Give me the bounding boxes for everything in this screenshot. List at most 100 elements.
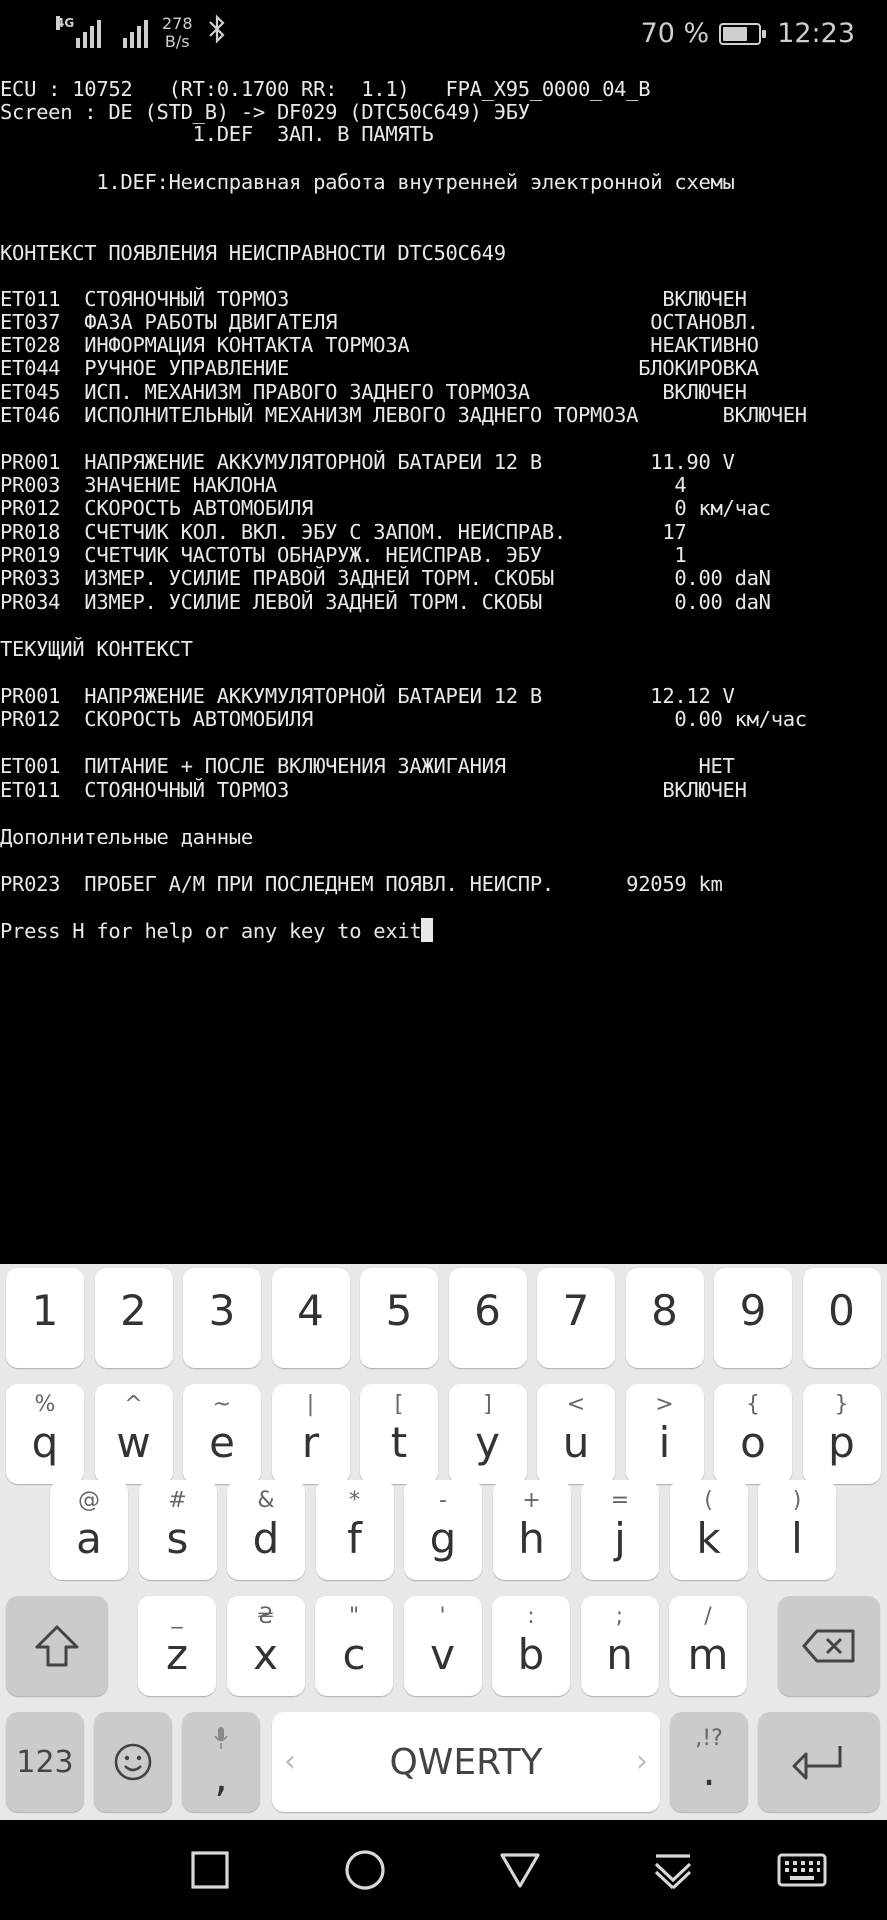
key-e[interactable]: ~ e xyxy=(183,1384,261,1484)
key-m[interactable]: / m xyxy=(669,1596,747,1696)
key-secondary-label: & xyxy=(257,1488,275,1513)
recent-apps-icon[interactable] xyxy=(170,1820,250,1920)
symbols-key[interactable]: 123 xyxy=(6,1712,84,1812)
keyboard-language-label: QWERTY xyxy=(389,1741,543,1783)
key-label: b xyxy=(517,1630,545,1679)
terminal-line: КОНТЕКСТ ПОЯВЛЕНИЯ НЕИСПРАВНОСТИ DTC50C6… xyxy=(0,241,506,265)
key-f[interactable]: * f xyxy=(315,1480,394,1580)
battery-icon xyxy=(719,22,767,45)
terminal-line: PR023 ПРОБЕГ А/М ПРИ ПОСЛЕДНЕМ ПОЯВЛ. НЕ… xyxy=(0,872,723,896)
backspace-key[interactable] xyxy=(778,1596,880,1696)
key-label: u xyxy=(562,1418,590,1467)
key-z[interactable]: _ z xyxy=(138,1596,216,1696)
on-screen-keyboard: 123 , ‹ QWERTY › ,!? . 1 2 3 4 5 6 7 8 9 0% q ^ w ~ e |… xyxy=(0,1264,887,1820)
shift-key[interactable] xyxy=(6,1596,108,1696)
terminal-line: 1.DEF:Неисправная работа внутренней элек… xyxy=(0,170,735,194)
terminal-prompt: Press H for help or any key to exit xyxy=(0,916,434,946)
signal-icon: 4G xyxy=(56,15,101,48)
key-h[interactable]: + h xyxy=(492,1480,571,1580)
key-1[interactable]: 1 xyxy=(6,1268,84,1368)
key-s[interactable]: # s xyxy=(138,1480,217,1580)
key-u[interactable]: < u xyxy=(537,1384,615,1484)
key-r[interactable]: | r xyxy=(271,1384,350,1484)
key-label: z xyxy=(165,1630,189,1679)
key-secondary-label: / xyxy=(704,1604,712,1629)
key-label: w xyxy=(116,1418,151,1467)
key-secondary-label: ( xyxy=(704,1488,713,1513)
terminal-line: ТЕКУЩИЙ КОНТЕКСТ xyxy=(0,637,193,661)
key-label: t xyxy=(390,1418,408,1467)
key-secondary-label: | xyxy=(306,1392,315,1417)
key-p[interactable]: } p xyxy=(802,1384,881,1484)
key-0[interactable]: 0 xyxy=(802,1268,881,1368)
home-icon[interactable] xyxy=(325,1820,405,1920)
keyboard-switch-icon[interactable] xyxy=(762,1820,842,1920)
signal-icon xyxy=(123,18,148,48)
key-l[interactable]: ) l xyxy=(758,1480,836,1580)
key-q[interactable]: % q xyxy=(6,1384,84,1484)
key-secondary-label: ) xyxy=(792,1488,802,1513)
key-2[interactable]: 2 xyxy=(94,1268,173,1368)
enter-key[interactable] xyxy=(758,1712,880,1812)
key-label: 6 xyxy=(474,1286,501,1335)
key-o[interactable]: {o xyxy=(714,1384,792,1484)
key-secondary-label: - xyxy=(439,1488,447,1513)
key-label: n xyxy=(606,1630,633,1679)
key-label: r xyxy=(301,1418,320,1467)
key-label: 9 xyxy=(739,1286,767,1335)
key-3[interactable]: 3 xyxy=(183,1268,261,1368)
key-t[interactable]: [t xyxy=(360,1384,438,1484)
notification-pull-icon[interactable] xyxy=(633,1820,713,1920)
key-y[interactable]: ] y xyxy=(448,1384,527,1484)
backspace-icon xyxy=(778,1596,880,1696)
key-label: s xyxy=(166,1514,189,1563)
key-6[interactable]: 6 xyxy=(448,1268,527,1368)
emoji-icon xyxy=(94,1712,172,1812)
key-label: c xyxy=(342,1630,366,1679)
key-label: 2 xyxy=(120,1286,147,1335)
key-8[interactable]: 8 xyxy=(625,1268,704,1368)
key-secondary-label: > xyxy=(655,1392,674,1417)
space-bar[interactable]: ‹ QWERTY › xyxy=(272,1712,660,1812)
key-7[interactable]: 7 xyxy=(537,1268,615,1368)
key-secondary-label: # xyxy=(168,1488,187,1513)
key-g[interactable]: -g xyxy=(404,1480,482,1580)
key-secondary-label: + xyxy=(522,1488,541,1513)
key-i[interactable]: > i xyxy=(625,1384,704,1484)
key-4[interactable]: 4 xyxy=(271,1268,350,1368)
key-x[interactable]: ₴ x xyxy=(226,1596,305,1696)
enter-icon xyxy=(758,1712,880,1812)
key-secondary-label: % xyxy=(34,1392,56,1417)
key-label: m xyxy=(687,1630,729,1679)
terminal-line: 1.DEF ЗАП. В ПАМЯТЬ xyxy=(0,122,434,146)
key-secondary-label: " xyxy=(348,1604,360,1629)
key-label: d xyxy=(252,1514,280,1563)
key-5[interactable]: 5 xyxy=(360,1268,438,1368)
key-c[interactable]: " c xyxy=(315,1596,393,1696)
battery-percent: 70 % xyxy=(640,18,710,49)
terminal-output[interactable]: ECU : 10752 (RT:0.1700 RR: 1.1) FPA_X95_… xyxy=(0,74,887,1264)
key-a[interactable]: @ a xyxy=(50,1480,128,1580)
key-v[interactable]: ' v xyxy=(403,1596,482,1696)
key-9[interactable]: 9 xyxy=(714,1268,792,1368)
key-secondary-label: ^ xyxy=(124,1392,143,1417)
key-secondary-label: ; xyxy=(615,1604,624,1629)
key-n[interactable]: ; n xyxy=(580,1596,659,1696)
key-w[interactable]: ^ w xyxy=(94,1384,173,1484)
key-label: a xyxy=(76,1514,102,1563)
key-j[interactable]: = j xyxy=(581,1480,659,1580)
key-label: o xyxy=(740,1418,766,1467)
key-b[interactable]: :b xyxy=(492,1596,570,1696)
key-d[interactable]: & d xyxy=(227,1480,305,1580)
key-k[interactable]: (k xyxy=(669,1480,748,1580)
comma-key[interactable]: , xyxy=(182,1712,260,1812)
terminal-line: Дополнительные данные xyxy=(0,825,253,849)
key-secondary-label: < xyxy=(566,1392,586,1417)
key-secondary-label: @ xyxy=(78,1488,100,1513)
key-label: h xyxy=(518,1514,545,1563)
period-key[interactable]: ,!? . xyxy=(670,1712,748,1812)
key-label: 8 xyxy=(651,1286,678,1335)
key-secondary-label: ~ xyxy=(212,1392,232,1417)
back-icon[interactable] xyxy=(480,1820,560,1920)
emoji-key[interactable] xyxy=(94,1712,172,1812)
